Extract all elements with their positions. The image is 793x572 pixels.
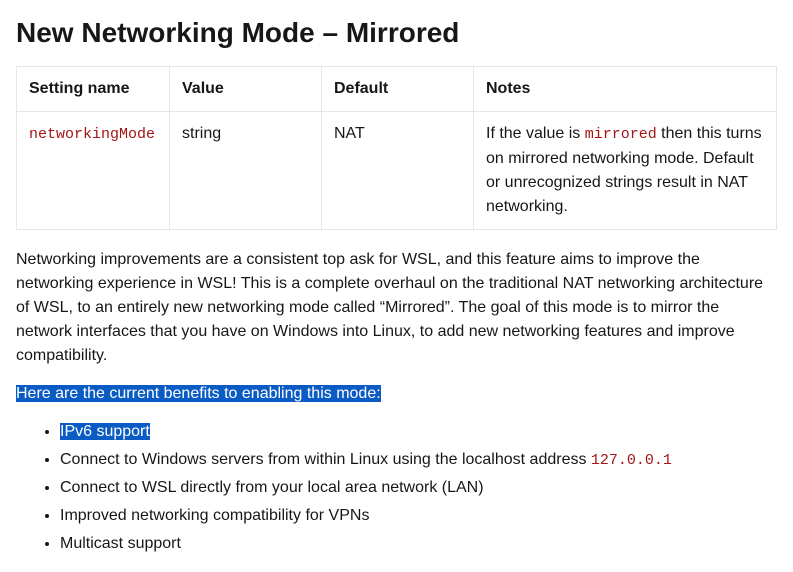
bullet-localhost-prefix: Connect to Windows servers from within L…: [60, 451, 591, 468]
list-item: Connect to Windows servers from within L…: [60, 448, 777, 473]
cell-default: NAT: [322, 112, 474, 230]
bullet-ipv6: IPv6 support: [60, 423, 150, 440]
th-default: Default: [322, 67, 474, 112]
table-row: networkingMode string NAT If the value i…: [17, 112, 777, 230]
bullet-localhost-code: 127.0.0.1: [591, 452, 672, 469]
cell-value: string: [170, 112, 322, 230]
table-header-row: Setting name Value Default Notes: [17, 67, 777, 112]
section-heading: New Networking Mode – Mirrored: [16, 12, 777, 54]
cell-setting-name: networkingMode: [17, 112, 170, 230]
list-item: Connect to WSL directly from your local …: [60, 476, 777, 500]
benefits-intro: Here are the current benefits to enablin…: [16, 382, 777, 406]
setting-name-code: networkingMode: [29, 126, 155, 143]
notes-code: mirrored: [585, 126, 657, 143]
benefits-intro-text: Here are the current benefits to enablin…: [16, 385, 381, 402]
list-item: Multicast support: [60, 532, 777, 556]
list-item: Improved networking compatibility for VP…: [60, 504, 777, 528]
th-notes: Notes: [474, 67, 777, 112]
cell-notes: If the value is mirrored then this turns…: [474, 112, 777, 230]
list-item: IPv6 support: [60, 420, 777, 444]
settings-table: Setting name Value Default Notes network…: [16, 66, 777, 230]
benefits-list: IPv6 support Connect to Windows servers …: [16, 420, 777, 557]
notes-prefix: If the value is: [486, 125, 585, 142]
description-paragraph: Networking improvements are a consistent…: [16, 248, 777, 368]
th-setting-name: Setting name: [17, 67, 170, 112]
th-value: Value: [170, 67, 322, 112]
